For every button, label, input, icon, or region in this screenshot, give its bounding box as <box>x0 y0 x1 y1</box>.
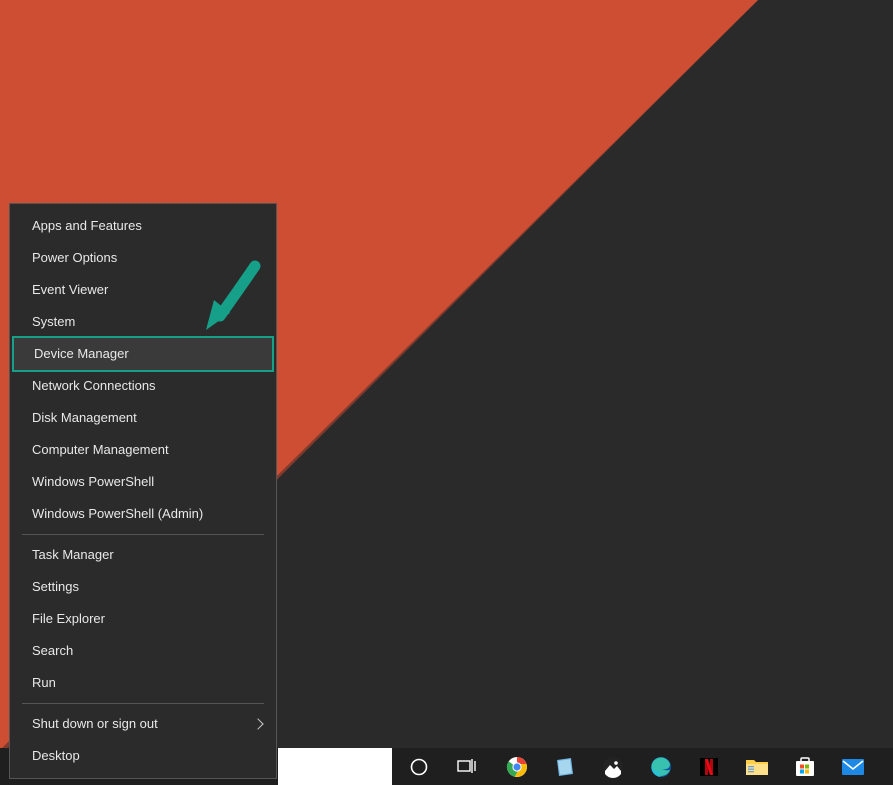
taskbar-app-chrome[interactable] <box>493 748 541 785</box>
menu-item-desktop[interactable]: Desktop <box>10 740 276 772</box>
menu-item-computer-management[interactable]: Computer Management <box>10 434 276 466</box>
menu-separator <box>22 534 264 535</box>
winx-context-menu: Apps and Features Power Options Event Vi… <box>9 203 277 779</box>
menu-separator <box>22 703 264 704</box>
menu-item-task-manager[interactable]: Task Manager <box>10 539 276 571</box>
taskbar-app-photos[interactable] <box>589 748 637 785</box>
taskbar-app-notes[interactable] <box>541 748 589 785</box>
menu-item-run[interactable]: Run <box>10 667 276 699</box>
menu-item-power-options[interactable]: Power Options <box>10 242 276 274</box>
menu-item-search[interactable]: Search <box>10 635 276 667</box>
task-view-icon[interactable] <box>443 748 491 785</box>
menu-item-file-explorer[interactable]: File Explorer <box>10 603 276 635</box>
menu-item-system[interactable]: System <box>10 306 276 338</box>
taskbar-app-microsoft-store[interactable] <box>781 748 829 785</box>
menu-item-device-manager[interactable]: Device Manager <box>12 336 274 372</box>
taskbar-search-area[interactable] <box>278 748 392 785</box>
taskbar-app-file-explorer[interactable] <box>733 748 781 785</box>
menu-item-windows-powershell-admin[interactable]: Windows PowerShell (Admin) <box>10 498 276 530</box>
menu-item-shut-down-or-sign-out[interactable]: Shut down or sign out <box>10 708 276 740</box>
menu-item-network-connections[interactable]: Network Connections <box>10 370 276 402</box>
chevron-right-icon <box>252 718 263 729</box>
menu-item-apps-and-features[interactable]: Apps and Features <box>10 210 276 242</box>
menu-item-label: Shut down or sign out <box>32 716 158 731</box>
taskbar-app-mail[interactable] <box>829 748 877 785</box>
menu-item-disk-management[interactable]: Disk Management <box>10 402 276 434</box>
menu-item-windows-powershell[interactable]: Windows PowerShell <box>10 466 276 498</box>
taskbar-app-edge[interactable] <box>637 748 685 785</box>
cortana-icon[interactable] <box>395 748 443 785</box>
taskbar-pinned-apps <box>493 748 877 785</box>
menu-item-settings[interactable]: Settings <box>10 571 276 603</box>
menu-item-event-viewer[interactable]: Event Viewer <box>10 274 276 306</box>
taskbar-app-netflix[interactable] <box>685 748 733 785</box>
